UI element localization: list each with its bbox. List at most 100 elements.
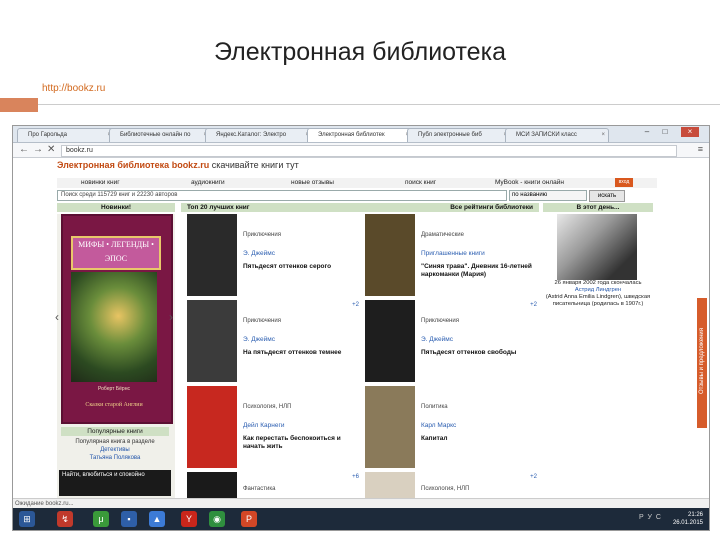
book-plus-count: +2	[530, 474, 537, 480]
forward-icon[interactable]: →	[33, 144, 43, 156]
tab-1[interactable]: Про Гарольда×	[17, 128, 115, 142]
book-cover[interactable]	[187, 386, 237, 468]
nav-search[interactable]: поиск книг	[405, 178, 436, 188]
back-icon[interactable]: ←	[19, 144, 29, 156]
book-cover[interactable]	[365, 472, 415, 498]
book-author-link[interactable]: Э. Джеймс	[243, 250, 275, 257]
book-plus-count: +2	[352, 302, 359, 308]
site-header[interactable]: Электронная библиотека bookz.ru скачивай…	[57, 160, 299, 170]
slide-url[interactable]: http://bookz.ru	[42, 83, 105, 94]
clock-time: 21:26	[687, 512, 703, 518]
this-day-line: 26 января 2002 года скончалась	[554, 280, 642, 286]
book-genre: Приключения	[243, 232, 281, 238]
book-author-link[interactable]: Приглашенные книги	[421, 250, 485, 257]
yandex-icon[interactable]: Y	[181, 511, 197, 527]
book-cover[interactable]	[365, 214, 415, 296]
search-input[interactable]: Поиск среди 115729 книг и 22230 авторов	[57, 190, 507, 201]
site-content: Электронная библиотека bookz.ru скачивай…	[13, 158, 709, 498]
nav-mybook[interactable]: MyBook - книги онлайн	[495, 178, 564, 188]
feedback-label: Отзывы и предложения	[699, 327, 705, 395]
url-input[interactable]: bookz.ru	[61, 145, 677, 157]
book-card[interactable]: Фантастика +6	[187, 472, 361, 498]
book-card[interactable]: Психология, НЛП +2	[365, 472, 539, 498]
popular-genre-link[interactable]: Детективы	[61, 446, 169, 454]
tab-5[interactable]: Публ электронные биб×	[407, 128, 511, 142]
clock[interactable]: 21:26 26.01.2015	[673, 511, 703, 527]
powerpoint-icon[interactable]: P	[241, 511, 257, 527]
drive-icon[interactable]: ▲	[149, 511, 165, 527]
book-author-link[interactable]: Дейл Карнеги	[243, 422, 284, 429]
next-arrow-icon[interactable]: ›	[169, 310, 173, 324]
save-icon[interactable]: ▪	[121, 511, 137, 527]
col-head-top[interactable]: Топ 20 лучших книг	[181, 203, 361, 212]
tray-icons[interactable]: РУС	[639, 514, 665, 521]
book-author-link[interactable]: Карл Маркс	[421, 422, 456, 429]
book-title-link[interactable]: Капитал	[421, 435, 539, 443]
book-genre: Психология, НЛП	[243, 404, 292, 410]
book-card[interactable]: Приключения Э. Джеймс Пятьдесят оттенков…	[187, 214, 361, 298]
book-title-link[interactable]: "Синяя трава". Дневник 16-летней наркома…	[421, 263, 539, 279]
featured-book-series: МИФЫ • ЛЕГЕНДЫ • ЭПОС	[71, 236, 161, 270]
maximize-icon[interactable]: □	[659, 127, 671, 137]
book-cover[interactable]	[365, 300, 415, 382]
chrome-icon[interactable]: ◉	[209, 511, 225, 527]
close-window-icon[interactable]: ×	[681, 127, 699, 137]
nav-new-books[interactable]: новинки книг	[81, 178, 120, 188]
tab-6[interactable]: МСИ ЗАПИСКИ класс ×	[505, 128, 609, 142]
book-title-link[interactable]: Пятьдесят оттенков серого	[243, 263, 361, 271]
book-title-link[interactable]: Как перестать беспокоиться и начать жить	[243, 435, 361, 451]
book-plus-count: +6	[352, 474, 359, 480]
this-day-details: (Astrid Anna Emilia Lindgren), шведская …	[545, 294, 651, 307]
tab-2[interactable]: Библиотечные онлайн по×	[109, 128, 211, 142]
book-card[interactable]: Приключения Э. Джеймс Пятьдесят оттенков…	[365, 300, 539, 384]
book-card[interactable]: Приключения Э. Джеймс На пятьдесят оттен…	[187, 300, 361, 384]
start-icon[interactable]: ⊞	[19, 511, 35, 527]
col-head-day: В этот день...	[543, 203, 653, 212]
book-card[interactable]: Драматические Приглашенные книги "Синяя …	[365, 214, 539, 298]
book-cover[interactable]	[187, 300, 237, 382]
reload-icon[interactable]: ✕	[47, 144, 55, 156]
nav-audiobooks[interactable]: аудиокниги	[191, 178, 225, 188]
col-head-ratings[interactable]: Все рейтинги библиотеки	[361, 203, 539, 212]
search-button[interactable]: искать	[589, 190, 625, 202]
col-head-new[interactable]: Новинки!	[57, 203, 175, 212]
author-photo[interactable]	[557, 214, 637, 280]
tab-label: Публ электронные биб	[418, 132, 482, 138]
book-cover[interactable]	[365, 386, 415, 468]
login-button[interactable]: вход	[615, 178, 633, 187]
book-card[interactable]: Политика Карл Маркс Капитал	[365, 386, 539, 470]
search-mode-select[interactable]: по названию	[509, 190, 587, 201]
promo-banner[interactable]: Найти, влюбиться и спокойно	[59, 470, 171, 496]
this-day-author-link[interactable]: Астрид Линдгрен	[543, 287, 653, 294]
menu-icon[interactable]: ≡	[698, 144, 703, 154]
slide-accent-bar	[0, 98, 38, 112]
browser-icon[interactable]: ↯	[57, 511, 73, 527]
tab-3[interactable]: Яндекс.Каталог: Электро×	[205, 128, 313, 142]
prev-arrow-icon[interactable]: ‹	[55, 310, 59, 324]
feedback-tab[interactable]: Отзывы и предложения	[697, 298, 707, 428]
book-card[interactable]: Психология, НЛП Дейл Карнеги Как переста…	[187, 386, 361, 470]
book-author-link[interactable]: Э. Джеймс	[243, 336, 275, 343]
minimize-icon[interactable]: –	[641, 127, 653, 137]
nav-reviews[interactable]: новые отзывы	[291, 178, 334, 188]
popular-books-heading: Популярные книги	[61, 427, 169, 436]
book-genre: Психология, НЛП	[421, 486, 470, 492]
close-icon[interactable]: ×	[601, 129, 605, 142]
site-header-title: Электронная библиотека bookz.ru	[57, 160, 210, 170]
popular-author-link[interactable]: Татьяна Полякова	[61, 454, 169, 462]
book-cover[interactable]	[187, 214, 237, 296]
featured-book-cover[interactable]: МИФЫ • ЛЕГЕНДЫ • ЭПОС Роберт Бёрнс Сказк…	[61, 214, 173, 424]
tab-label: Яндекс.Каталог: Электро	[216, 132, 287, 138]
book-genre: Приключения	[421, 318, 459, 324]
torrent-icon[interactable]: μ	[93, 511, 109, 527]
featured-book-illustration	[71, 272, 157, 382]
book-cover[interactable]	[187, 472, 237, 498]
tab-label: МСИ ЗАПИСКИ класс	[516, 132, 577, 138]
tab-label: Библиотечные онлайн по	[120, 132, 191, 138]
tab-4[interactable]: Электронная библиотек×	[307, 128, 413, 142]
book-title-link[interactable]: Пятьдесят оттенков свободы	[421, 349, 539, 357]
book-author-link[interactable]: Э. Джеймс	[421, 336, 453, 343]
book-title-link[interactable]: На пятьдесят оттенков темнее	[243, 349, 361, 357]
taskbar: ⊞ ↯ μ ▪ ▲ Y ◉ P РУС 21:26 26.01.2015	[13, 508, 709, 530]
site-header-tail: скачивайте книги тут	[211, 160, 299, 170]
